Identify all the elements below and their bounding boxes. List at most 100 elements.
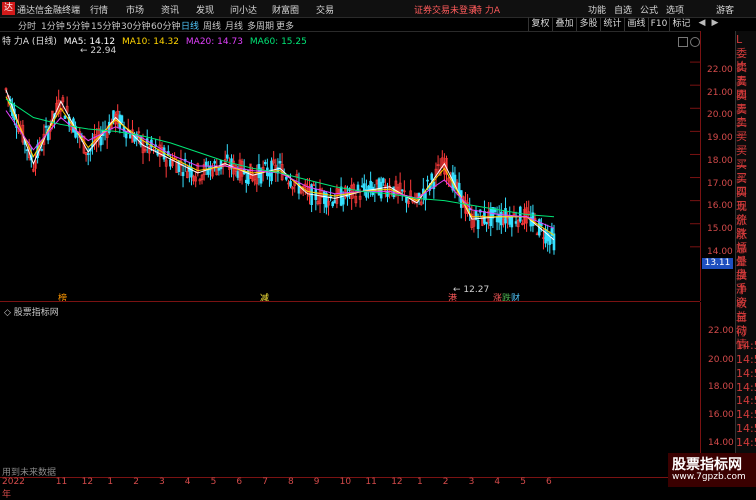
indicator-title[interactable]: ◇ 股票指标网 bbox=[4, 305, 59, 318]
trade-login-link[interactable]: 证券交易未登录 bbox=[414, 3, 477, 16]
date-tick: 5 bbox=[520, 477, 526, 487]
candle-body bbox=[289, 181, 292, 187]
candle-body bbox=[540, 223, 543, 227]
date-tick: 1 bbox=[417, 477, 423, 487]
menu-function[interactable]: 功能 bbox=[588, 3, 606, 16]
candle-body bbox=[510, 216, 514, 228]
candle-body bbox=[278, 161, 282, 164]
panel-divider bbox=[0, 301, 700, 302]
f10-button[interactable]: F10 bbox=[648, 17, 669, 31]
menu-item-market[interactable]: 市场 bbox=[126, 3, 144, 16]
price-tick: 15.00 bbox=[707, 224, 733, 234]
event-marker-hk[interactable]: 港 bbox=[448, 291, 457, 304]
statistics-button[interactable]: 统计 bbox=[600, 17, 624, 31]
candle-body bbox=[325, 193, 328, 208]
date-tick: 3 bbox=[468, 477, 475, 487]
price-tick: 18.00 bbox=[707, 156, 733, 166]
date-tick: 11 bbox=[365, 477, 377, 487]
event-marker-text: 财 bbox=[511, 294, 521, 304]
menu-options[interactable]: 选项 bbox=[666, 3, 684, 16]
menu-item-ask[interactable]: 问小达 bbox=[230, 3, 257, 16]
candlestick-chart[interactable] bbox=[0, 31, 700, 301]
user-guest[interactable]: 游客 bbox=[716, 3, 734, 16]
candle-body bbox=[386, 191, 389, 197]
event-marker-text: 榜 bbox=[58, 294, 68, 304]
candle-body bbox=[548, 236, 552, 245]
candle-body bbox=[483, 211, 486, 224]
candle-body bbox=[518, 206, 522, 222]
candle-body bbox=[213, 161, 216, 164]
overlay-button[interactable]: 叠加 bbox=[552, 17, 576, 31]
date-tick: 1 bbox=[107, 477, 114, 487]
candle-body bbox=[544, 229, 547, 244]
mark-button[interactable]: 标记 bbox=[669, 17, 693, 31]
candle-body bbox=[268, 172, 271, 177]
candle-body bbox=[263, 162, 267, 165]
chevron-right-icon[interactable]: ▶ bbox=[709, 18, 721, 30]
menu-item-wealth[interactable]: 财富圈 bbox=[272, 3, 299, 16]
candle-body bbox=[217, 167, 221, 171]
date-tick: 7 bbox=[262, 477, 268, 487]
quote-field-label: 14:5 bbox=[736, 338, 756, 352]
candle-body bbox=[360, 185, 364, 188]
candle-body bbox=[474, 210, 478, 220]
date-tick: 2 bbox=[133, 477, 139, 487]
price-tick: 16.00 bbox=[707, 201, 733, 211]
candle-body bbox=[552, 233, 556, 251]
menu-item-trade[interactable]: 交易 bbox=[316, 3, 334, 16]
high-annotation: ← 22.94 bbox=[80, 46, 117, 56]
candle-body bbox=[226, 154, 229, 159]
indicator-tick: 22.00 bbox=[708, 326, 734, 336]
event-marker-rank[interactable]: 榜 bbox=[58, 291, 67, 304]
candle-body bbox=[500, 211, 503, 226]
date-tick: 9 bbox=[313, 477, 320, 487]
candle-body bbox=[426, 179, 429, 182]
date-tick: 2 bbox=[442, 477, 449, 487]
date-tick: 12 bbox=[81, 477, 94, 487]
event-marker-reduce[interactable]: 减 bbox=[260, 291, 269, 304]
quote-field-label: L bbox=[736, 33, 743, 46]
event-marker-limit[interactable]: 涨跌财 bbox=[493, 291, 520, 304]
menu-item-quotes[interactable]: 行情 bbox=[90, 3, 108, 16]
date-tick: 11 bbox=[55, 477, 68, 487]
candle-body bbox=[86, 153, 90, 155]
date-tick: 4 bbox=[494, 477, 501, 487]
menu-watchlist[interactable]: 自选 bbox=[614, 3, 632, 16]
date-tick: 8 bbox=[288, 477, 294, 487]
menu-formula[interactable]: 公式 bbox=[640, 3, 658, 16]
price-axis bbox=[700, 31, 701, 301]
candle-body bbox=[181, 172, 185, 177]
candle-body bbox=[44, 125, 48, 128]
menu-item-news[interactable]: 资讯 bbox=[161, 3, 179, 16]
candle-body bbox=[331, 201, 334, 207]
quote-field-label: 14:5 bbox=[736, 436, 756, 450]
indicator-name: 股票指标网 bbox=[13, 308, 59, 318]
price-tick: 19.00 bbox=[707, 133, 733, 143]
candle-body bbox=[129, 134, 132, 139]
quote-field-label: 14:5 bbox=[736, 422, 756, 436]
price-tick: 17.00 bbox=[707, 179, 733, 189]
current-price-label: 13.11 bbox=[702, 258, 733, 269]
price-tick: 20.00 bbox=[707, 110, 733, 120]
candle-body bbox=[285, 176, 288, 180]
indicator-tick: 14.00 bbox=[708, 438, 734, 448]
event-marker-text: 港 bbox=[448, 294, 458, 304]
draw-line-button[interactable]: 画线 bbox=[624, 17, 648, 31]
date-tick: 3 bbox=[159, 477, 165, 487]
chevron-left-icon[interactable]: ◀ bbox=[696, 18, 708, 30]
indicator-tick: 20.00 bbox=[708, 355, 734, 365]
candle-body bbox=[363, 183, 366, 192]
app-logo-icon: 达 bbox=[2, 2, 15, 15]
menu-item-discover[interactable]: 发现 bbox=[196, 3, 214, 16]
date-tick: 12 bbox=[391, 477, 403, 487]
indicator-tick: 16.00 bbox=[708, 410, 734, 420]
quote-field-label: 14:5 bbox=[736, 366, 756, 380]
restore-rights-button[interactable]: 复权 bbox=[528, 17, 552, 31]
high-value: 22.94 bbox=[90, 46, 117, 56]
multi-stock-button[interactable]: 多股 bbox=[576, 17, 600, 31]
candle-body bbox=[514, 221, 518, 224]
candle-body bbox=[120, 115, 124, 123]
event-marker-text: 跌 bbox=[502, 294, 512, 304]
low-value: 12.27 bbox=[463, 285, 490, 295]
date-tick: 4 bbox=[184, 477, 191, 487]
